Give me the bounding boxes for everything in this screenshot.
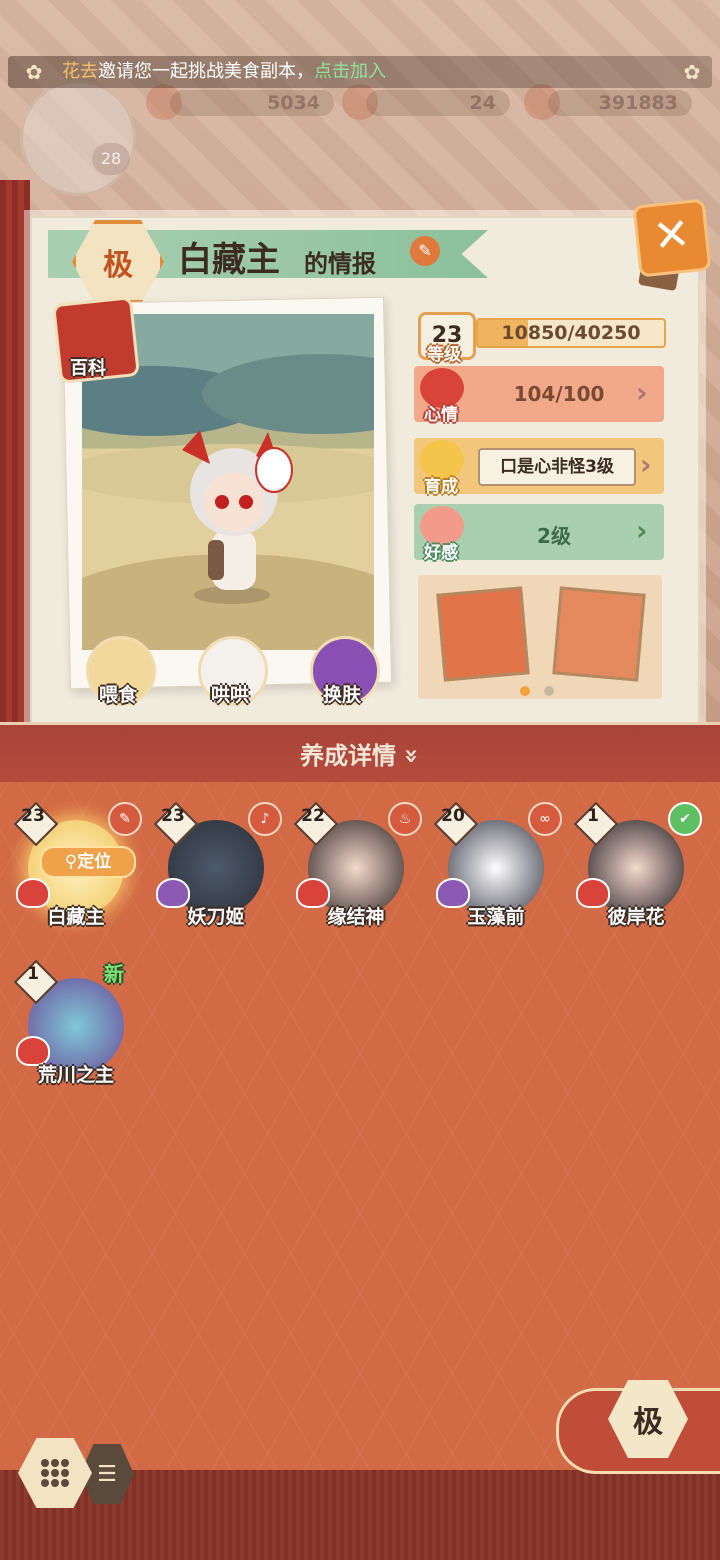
player-avatar[interactable] [20, 80, 136, 196]
skin-button-label[interactable]: 换肤 [302, 680, 382, 707]
check-icon: ✔ [668, 802, 702, 836]
slot-name: 彼岸花 [607, 906, 665, 928]
affection-value: 2级 [537, 524, 571, 548]
roster-slot[interactable]: 20 ∞ 玉藻前 [433, 801, 562, 932]
slot-name: 缘结神 [327, 906, 385, 928]
grade-filter-label: 极 [633, 1405, 663, 1440]
grade-badge-label: 极 [103, 248, 133, 283]
invite-banner[interactable]: ✿ 花去邀请您一起挑战美食副本，点击加入 ✿ [8, 56, 712, 88]
character-name: 白藏主 [178, 240, 280, 280]
slot-name: 玉藻前 [467, 906, 525, 928]
character-name-suffix: 的情报 [304, 250, 376, 278]
roster-slot[interactable]: 23 ♪ 妖刀姬 [153, 801, 282, 932]
currency-coin: 391883 [548, 90, 692, 116]
currency-fish: 24 [366, 90, 510, 116]
section-title[interactable]: 养成详情 » [0, 736, 720, 771]
affection-row[interactable]: 好感 2级 › [414, 504, 664, 563]
chevron-right-icon: › [640, 448, 652, 481]
tempura-dish-card[interactable] [436, 586, 530, 682]
mood-label: 心情 [424, 405, 458, 425]
page-dot-active [520, 686, 530, 696]
mood-value: 104/100 [513, 382, 605, 406]
slot-level: 22 [301, 806, 325, 826]
new-tag: 新 [104, 962, 124, 986]
left-decor-strip [0, 180, 30, 740]
currency-flower: 5034 [170, 90, 334, 116]
growth-row[interactable]: 育成 口是心非怪3级 › [414, 438, 664, 497]
slot-name: 妖刀姬 [187, 906, 245, 928]
locate-tag[interactable]: ⚲定位 [40, 846, 136, 878]
affection-label: 好感 [424, 543, 458, 563]
slot-level: 1 [27, 964, 39, 984]
tool-badge-icon: ♨ [388, 802, 422, 836]
growth-value: 口是心非怪3级 [478, 448, 636, 486]
double-chevron-down-icon: » [398, 748, 427, 764]
invite-message: 邀请您一起挑战美食副本， [98, 61, 314, 82]
locate-label: 定位 [77, 852, 112, 872]
edit-icon[interactable]: ✎ [410, 236, 440, 266]
invite-sender: 花去 [62, 61, 98, 82]
exp-progress-bar: 10850/40250 [476, 318, 666, 348]
wiki-label: 百科 [70, 358, 106, 379]
page-dot [544, 686, 554, 696]
growth-label: 育成 [424, 477, 458, 497]
slot-level: 1 [587, 806, 599, 826]
tool-badge-icon: ✎ [108, 802, 142, 836]
grid-icon [41, 1459, 69, 1487]
chevron-right-icon: › [636, 376, 648, 409]
roster-slot[interactable]: 1 ✔ 彼岸花 [573, 801, 702, 932]
invite-join-link[interactable]: 点击加入 [314, 61, 386, 82]
tool-badge-icon: ∞ [528, 802, 562, 836]
flower-icon: ✿ [683, 60, 701, 84]
player-level-badge: 28 [92, 143, 130, 175]
locked-dish-card[interactable] [552, 586, 646, 682]
roster-slot[interactable]: 22 ♨ 缘结神 [293, 801, 422, 932]
slot-name: 荒川之主 [37, 1064, 114, 1086]
list-icon: ☰ [97, 1461, 117, 1487]
character-sprite [182, 430, 293, 604]
exp-progress-text: 10850/40250 [501, 322, 641, 344]
feed-button-label[interactable]: 喂食 [78, 680, 158, 707]
flower-icon: ✿ [25, 60, 43, 84]
chevron-right-icon: › [636, 514, 648, 547]
close-button[interactable]: ✕ [632, 198, 712, 278]
location-pin-icon: ⚲ [64, 852, 78, 872]
mood-row[interactable]: 心情 104/100 › [414, 366, 664, 425]
slot-level: 23 [21, 806, 45, 826]
slot-level: 20 [441, 806, 465, 826]
coax-button-label[interactable]: 哄哄 [190, 680, 270, 707]
slot-level: 23 [161, 806, 185, 826]
tool-badge-icon: ♪ [248, 802, 282, 836]
section-title-text: 养成详情 [300, 742, 397, 770]
slot-name: 白藏主 [47, 906, 105, 928]
level-label: 等级 [427, 345, 461, 365]
